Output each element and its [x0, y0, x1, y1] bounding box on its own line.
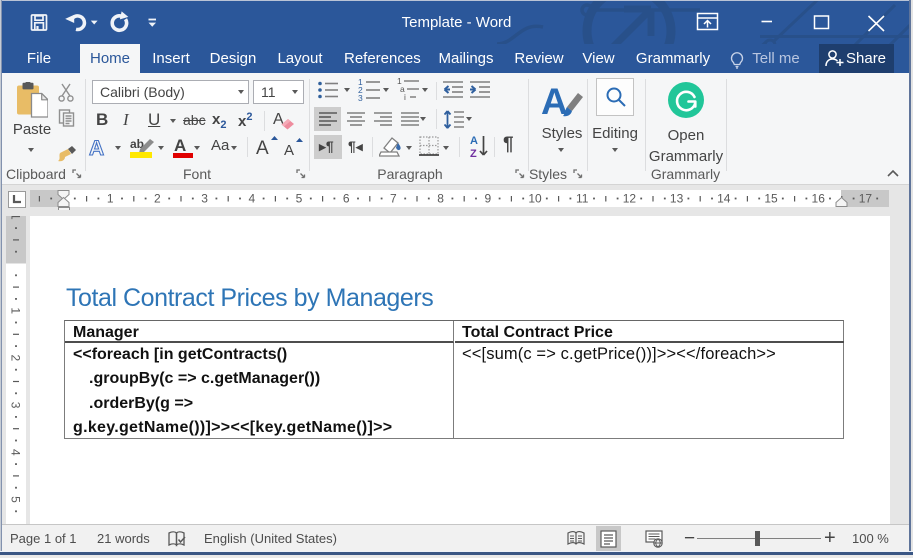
svg-text:Z: Z: [470, 148, 477, 159]
svg-text:1: 1: [9, 307, 23, 314]
svg-text:10: 10: [528, 192, 542, 206]
svg-text:3: 3: [9, 402, 23, 409]
svg-text:16: 16: [812, 192, 826, 206]
svg-text:7: 7: [390, 192, 397, 206]
svg-text:15: 15: [764, 192, 778, 206]
svg-text:5: 5: [296, 192, 303, 206]
svg-text:A: A: [541, 81, 568, 120]
svg-text:A: A: [256, 138, 269, 159]
svg-text:9: 9: [484, 192, 491, 206]
svg-text:4: 4: [248, 192, 255, 206]
svg-text:3: 3: [358, 93, 363, 102]
svg-text:13: 13: [670, 192, 684, 206]
svg-text:A: A: [284, 142, 294, 159]
svg-text:3: 3: [201, 192, 208, 206]
svg-text:8: 8: [437, 192, 444, 206]
svg-text:A: A: [89, 137, 104, 160]
svg-text:A: A: [273, 111, 284, 128]
svg-text:11: 11: [576, 192, 589, 206]
svg-text:1: 1: [9, 216, 23, 220]
svg-text:4: 4: [9, 449, 23, 456]
svg-text:6: 6: [343, 192, 350, 206]
svg-text:12: 12: [623, 192, 637, 206]
svg-text:17: 17: [859, 192, 873, 206]
svg-text:1: 1: [107, 192, 114, 206]
svg-text:14: 14: [717, 192, 731, 206]
svg-text:A: A: [470, 135, 478, 147]
svg-text:5: 5: [9, 496, 23, 503]
svg-text:2: 2: [9, 355, 23, 362]
svg-text:i: i: [404, 92, 406, 102]
svg-text:A: A: [174, 136, 186, 155]
svg-text:2: 2: [154, 192, 161, 206]
